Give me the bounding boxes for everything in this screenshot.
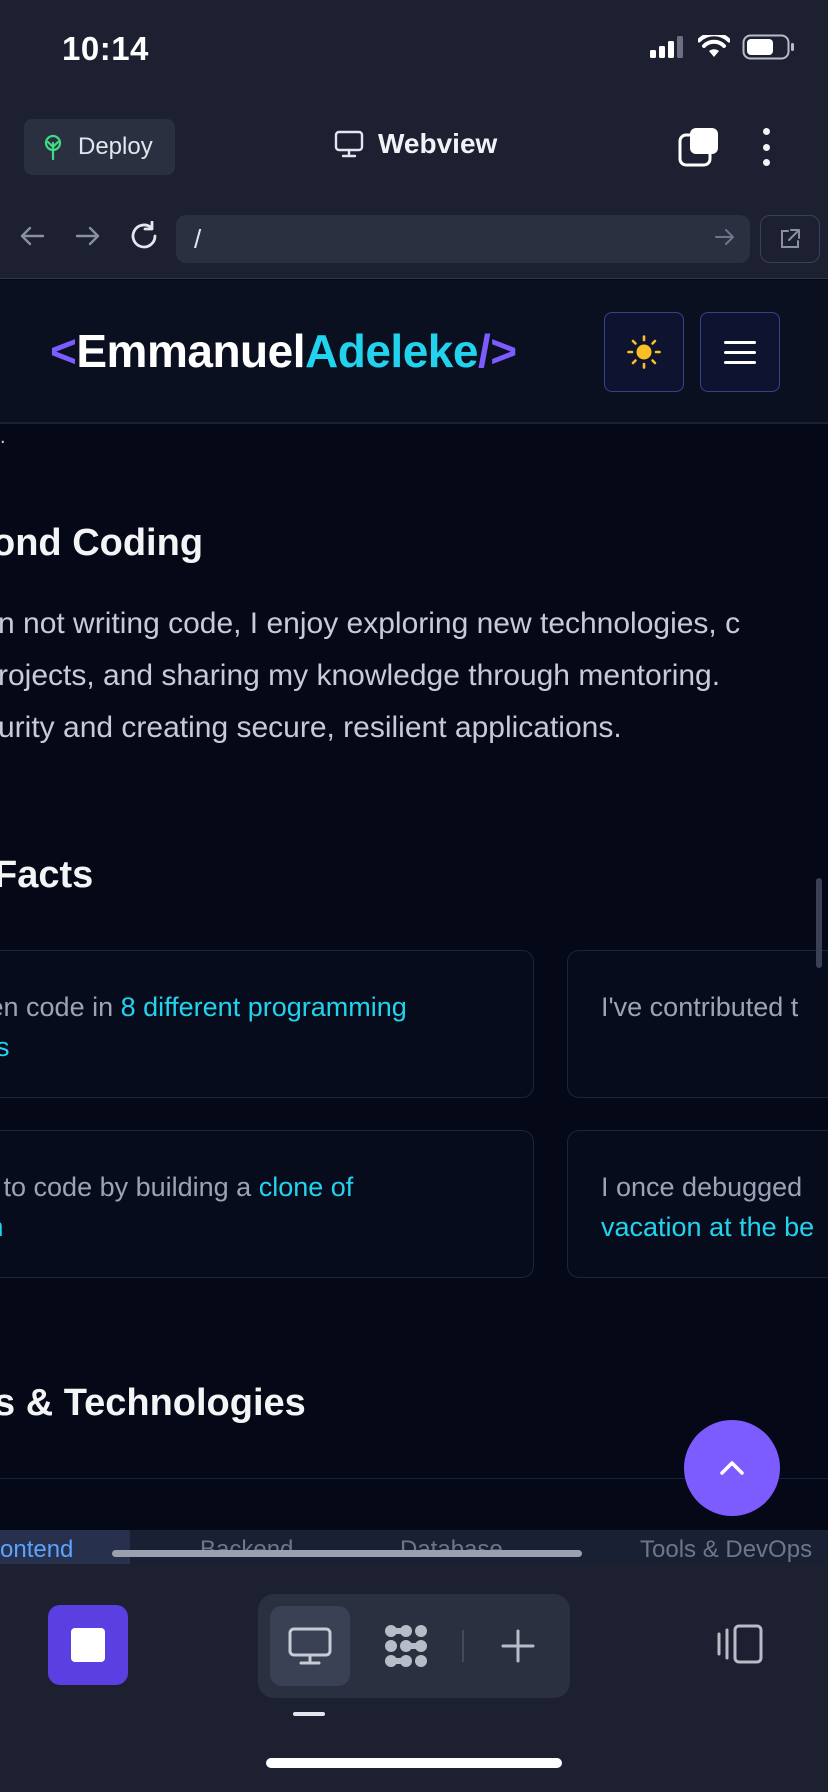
fact-card-text: ten code in 8 different programming es [0, 987, 407, 1067]
signal-icon [650, 36, 683, 58]
fact-highlight: 8 different programming [120, 992, 407, 1022]
desktop-icon [288, 1627, 332, 1665]
fact-card-text: I've contributed t [601, 987, 798, 1027]
status-icons [650, 34, 796, 60]
fact-highlight: clone of [258, 1172, 354, 1202]
site-logo[interactable]: <EmmanuelAdeleke/> [50, 324, 517, 378]
fact-card-text: I once debugged vacation at the be [601, 1167, 814, 1247]
logo-first-name: Emmanuel [76, 325, 306, 377]
hamburger-icon-bar [724, 350, 756, 354]
theme-toggle-button[interactable] [604, 312, 684, 392]
fact-card-text: d to code by building a clone of m [0, 1167, 353, 1247]
about-line-3: urity and creating secure, resilient app… [0, 711, 622, 744]
apps-icon [385, 1625, 427, 1667]
view-switcher [258, 1594, 570, 1698]
hamburger-menu-button[interactable] [700, 312, 780, 392]
wifi-icon [698, 35, 730, 57]
hamburger-icon-bar [724, 360, 756, 364]
side-panel-icon [717, 1624, 763, 1664]
new-tab-button[interactable] [478, 1606, 558, 1686]
logo-open-bracket: < [50, 325, 77, 377]
fact-text: I've contributed t [601, 992, 799, 1022]
tabs-button[interactable] [676, 126, 720, 170]
url-text: / [194, 223, 202, 254]
back-button[interactable] [12, 216, 52, 256]
view-switcher-separator [462, 1630, 464, 1662]
status-time: 10:14 [62, 30, 149, 67]
logo-last-name: Adeleke [305, 325, 478, 377]
reload-button[interactable] [124, 216, 164, 256]
deploy-label: Deploy [78, 133, 153, 160]
status-bar: 10:14 [0, 0, 828, 100]
stop-button[interactable] [48, 1605, 128, 1685]
fact-card: I've contributed t [567, 950, 828, 1098]
tab-tools-devops[interactable]: Tools & DevOps [640, 1536, 812, 1564]
about-line-2: rojects, and sharing my knowledge throug… [0, 659, 721, 692]
logo-close-bracket: /> [477, 325, 517, 377]
fact-card: ten code in 8 different programming es [0, 950, 534, 1098]
beyond-coding-heading: ond Coding [0, 522, 204, 564]
forward-button[interactable] [68, 216, 108, 256]
skills-tab-strip: rontend Backend Database Tools & DevOps [0, 1530, 828, 1564]
fact-text: d to code by building a [0, 1172, 259, 1202]
more-icon-dot [762, 143, 770, 151]
reload-icon [131, 221, 157, 249]
fact-highlight-line2: es [0, 1032, 10, 1062]
page-content: . ond Coding n not writing code, I enjoy… [0, 426, 828, 1530]
back-arrow-icon [20, 226, 45, 246]
webview-view-button[interactable] [270, 1606, 350, 1686]
go-arrow-icon [715, 229, 734, 245]
sun-icon [627, 335, 661, 369]
home-indicator[interactable] [266, 1758, 562, 1768]
workspace-top-bar: Deploy Webview [0, 100, 828, 194]
tab-frontend[interactable]: rontend [0, 1536, 73, 1564]
horizontal-scrollbar[interactable] [112, 1550, 582, 1557]
external-link-icon [781, 229, 800, 248]
stop-icon [71, 1628, 105, 1662]
deploy-button[interactable]: Deploy [24, 119, 175, 175]
hamburger-icon [724, 340, 756, 344]
webview-title[interactable]: Webview [334, 128, 497, 160]
fun-facts-heading: Facts [0, 854, 94, 896]
url-input[interactable]: / [176, 215, 750, 263]
active-view-indicator [293, 1712, 325, 1716]
chevron-up-icon [720, 1461, 744, 1475]
fact-card: d to code by building a clone of m [0, 1130, 534, 1278]
open-external-button[interactable] [760, 215, 820, 263]
go-button[interactable] [714, 227, 736, 252]
fact-highlight-line2: vacation at the be [601, 1212, 815, 1242]
about-line-1: n not writing code, I enjoy exploring ne… [0, 607, 741, 640]
deploy-icon [44, 134, 62, 160]
side-panel-button[interactable] [712, 1616, 768, 1672]
all-tools-button[interactable] [366, 1606, 446, 1686]
scroll-to-top-button[interactable] [684, 1420, 780, 1516]
fact-card: I once debugged vacation at the be [567, 1130, 828, 1278]
fact-highlight-line2: m [0, 1212, 4, 1242]
fact-text: I once debugged [601, 1172, 803, 1202]
fact-text: ten code in [0, 992, 114, 1022]
more-icon [762, 128, 770, 135]
page-scrollbar[interactable] [816, 878, 822, 968]
url-bar: / [0, 194, 828, 279]
more-icon-dot [762, 159, 770, 166]
skills-heading: s & Technologies [0, 1382, 306, 1424]
text-fragment: . [0, 426, 6, 448]
battery-icon [742, 34, 794, 60]
webview-label: Webview [378, 128, 498, 159]
forward-arrow-icon [75, 226, 100, 246]
tabs-icon [678, 128, 718, 167]
site-header: <EmmanuelAdeleke/> [0, 280, 828, 424]
monitor-icon [334, 130, 364, 158]
more-options-button[interactable] [752, 122, 780, 172]
plus-icon [501, 1629, 535, 1663]
